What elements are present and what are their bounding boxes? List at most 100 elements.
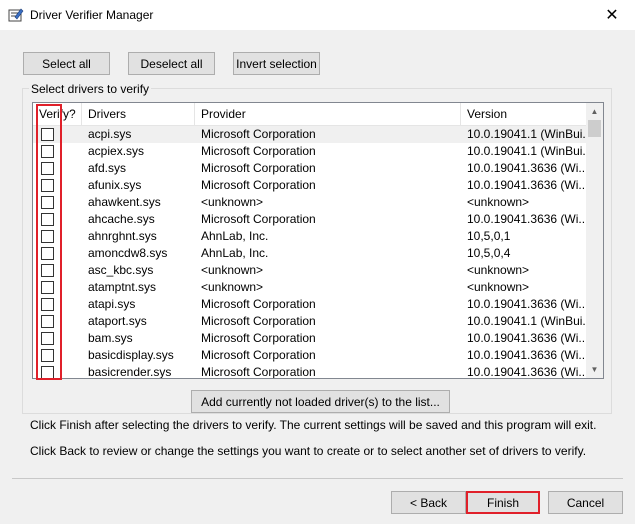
driver-provider: Microsoft Corporation <box>201 212 316 226</box>
verify-checkbox[interactable] <box>41 196 54 209</box>
driver-name: afd.sys <box>88 161 127 175</box>
verify-cell <box>33 296 83 313</box>
verify-checkbox[interactable] <box>41 230 54 243</box>
verify-cell <box>33 313 83 330</box>
table-row[interactable]: atapi.sys Microsoft Corporation 10.0.19041… <box>33 296 588 313</box>
verify-cell <box>33 279 83 296</box>
driver-version: 10.0.19041.3636 (Wi... <box>467 161 587 175</box>
driver-version: 10.0.19041.3636 (Wi... <box>467 348 587 362</box>
driver-name: basicdisplay.sys <box>88 348 174 362</box>
select-all-button[interactable]: Select all <box>23 52 110 75</box>
list-rows: acpi.sys Microsoft Corporation 10.0.19041.… <box>33 126 588 379</box>
table-row[interactable]: ahawkent.sys <unknown> <unknown> <box>33 194 588 211</box>
scroll-up-icon[interactable]: ▲ <box>586 103 603 120</box>
driver-name: atapi.sys <box>88 297 136 311</box>
driver-provider: Microsoft Corporation <box>201 331 316 345</box>
driver-name: acpiex.sys <box>88 144 145 158</box>
finish-button[interactable]: Finish <box>466 491 540 514</box>
driver-name: basicrender.sys <box>88 365 172 379</box>
verify-cell <box>33 143 83 160</box>
table-row[interactable]: acpi.sys Microsoft Corporation 10.0.19041.… <box>33 126 588 143</box>
driver-name: atamptnt.sys <box>88 280 157 294</box>
add-unloaded-drivers-button[interactable]: Add currently not loaded driver(s) to th… <box>191 390 450 413</box>
driver-verifier-icon <box>8 8 24 22</box>
scroll-down-icon[interactable]: ▼ <box>586 361 603 378</box>
verify-cell <box>33 177 83 194</box>
driver-provider: Microsoft Corporation <box>201 127 316 141</box>
column-header-version[interactable]: Version <box>461 103 588 126</box>
deselect-all-button[interactable]: Deselect all <box>128 52 215 75</box>
verify-checkbox[interactable] <box>41 281 54 294</box>
verify-cell <box>33 194 83 211</box>
title-bar: Driver Verifier Manager ✕ <box>0 0 635 30</box>
footer-divider <box>12 478 623 479</box>
verify-cell <box>33 211 83 228</box>
driver-list[interactable]: Verify? Drivers Provider Version acpi.sy… <box>32 102 604 379</box>
driver-provider: AhnLab, Inc. <box>201 229 269 243</box>
table-row[interactable]: amoncdw8.sys AhnLab, Inc. 10,5,0,4 <box>33 245 588 262</box>
scrollbar-thumb[interactable] <box>588 120 601 137</box>
verify-checkbox[interactable] <box>41 315 54 328</box>
driver-version: 10.0.19041.3636 (Wi... <box>467 297 587 311</box>
verify-cell <box>33 364 83 378</box>
column-header-drivers[interactable]: Drivers <box>82 103 195 126</box>
column-header-provider[interactable]: Provider <box>195 103 461 126</box>
verify-checkbox[interactable] <box>41 162 54 175</box>
driver-version: <unknown> <box>467 195 530 209</box>
list-header: Verify? Drivers Provider Version <box>33 103 588 126</box>
table-row[interactable]: basicrender.sys Microsoft Corporation 10.0… <box>33 364 588 379</box>
driver-provider: Microsoft Corporation <box>201 365 316 379</box>
driver-version: 10.0.19041.3636 (Wi... <box>467 365 587 379</box>
driver-provider: Microsoft Corporation <box>201 178 316 192</box>
verify-cell <box>33 245 83 262</box>
driver-version: 10,5,0,4 <box>467 246 511 260</box>
verify-checkbox[interactable] <box>41 366 54 378</box>
table-row[interactable]: afunix.sys Microsoft Corporation 10.0.1904… <box>33 177 588 194</box>
close-button[interactable]: ✕ <box>589 0 635 30</box>
verify-cell <box>33 330 83 347</box>
table-row[interactable]: asc_kbc.sys <unknown> <unknown> <box>33 262 588 279</box>
verify-cell <box>33 160 83 177</box>
verify-checkbox[interactable] <box>41 332 54 345</box>
verify-cell <box>33 347 83 364</box>
table-row[interactable]: bam.sys Microsoft Corporation 10.0.19041.3… <box>33 330 588 347</box>
vertical-scrollbar[interactable]: ▲ ▼ <box>586 103 603 378</box>
driver-version: <unknown> <box>467 280 530 294</box>
driver-name: ataport.sys <box>88 314 147 328</box>
verify-cell <box>33 262 83 279</box>
driver-provider: Microsoft Corporation <box>201 297 316 311</box>
verify-checkbox[interactable] <box>41 298 54 311</box>
table-row[interactable]: acpiex.sys Microsoft Corporation 10.0.1904… <box>33 143 588 160</box>
verify-checkbox[interactable] <box>41 349 54 362</box>
verify-checkbox[interactable] <box>41 145 54 158</box>
info-back-text: Click Back to review or change the setti… <box>30 444 587 458</box>
column-header-verify[interactable]: Verify? <box>33 103 82 126</box>
verify-checkbox[interactable] <box>41 264 54 277</box>
cancel-button[interactable]: Cancel <box>548 491 623 514</box>
group-label: Select drivers to verify <box>29 82 152 96</box>
back-button[interactable]: < Back <box>391 491 466 514</box>
driver-name: bam.sys <box>88 331 133 345</box>
table-row[interactable]: ataport.sys Microsoft Corporation 10.0.190… <box>33 313 588 330</box>
table-row[interactable]: ahnrghnt.sys AhnLab, Inc. 10,5,0,1 <box>33 228 588 245</box>
driver-provider: Microsoft Corporation <box>201 144 316 158</box>
table-row[interactable]: ahcache.sys Microsoft Corporation 10.0.190… <box>33 211 588 228</box>
info-finish-text: Click Finish after selecting the drivers… <box>30 418 597 432</box>
table-row[interactable]: atamptnt.sys <unknown> <unknown> <box>33 279 588 296</box>
table-row[interactable]: basicdisplay.sys Microsoft Corporation 10.… <box>33 347 588 364</box>
driver-version: 10.0.19041.3636 (Wi... <box>467 178 587 192</box>
invert-selection-button[interactable]: Invert selection <box>233 52 320 75</box>
verify-checkbox[interactable] <box>41 213 54 226</box>
driver-version: 10,5,0,1 <box>467 229 511 243</box>
verify-checkbox[interactable] <box>41 247 54 260</box>
driver-name: acpi.sys <box>88 127 132 141</box>
driver-provider: <unknown> <box>201 195 264 209</box>
driver-provider: <unknown> <box>201 280 264 294</box>
driver-name: asc_kbc.sys <box>88 263 154 277</box>
verify-checkbox[interactable] <box>41 179 54 192</box>
table-row[interactable]: afd.sys Microsoft Corporation 10.0.19041.3… <box>33 160 588 177</box>
driver-provider: Microsoft Corporation <box>201 348 316 362</box>
verify-cell <box>33 126 83 143</box>
verify-checkbox[interactable] <box>41 128 54 141</box>
driver-name: amoncdw8.sys <box>88 246 168 260</box>
